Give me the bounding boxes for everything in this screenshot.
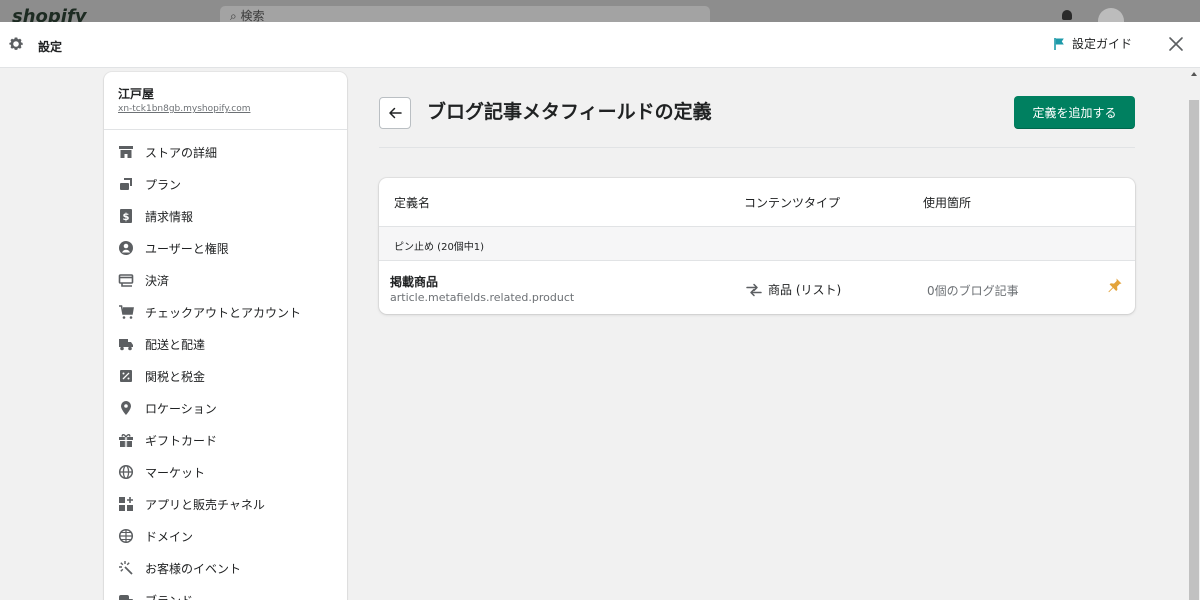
scroll-thumb[interactable] (1189, 100, 1199, 600)
sidebar-item-label: ロケーション (145, 401, 217, 416)
sidebar-item-label: 配送と配達 (145, 337, 206, 352)
add-definition-button[interactable]: 定義を追加する (1014, 96, 1135, 129)
setup-guide-button[interactable]: 設定ガイド (1052, 35, 1132, 52)
globe-icon (118, 464, 134, 480)
definitions-table: 定義名 コンテンツタイプ 使用箇所 ピン止め (20個中1) 掲載商品 arti… (379, 178, 1135, 314)
sidebar-item-gift-cards[interactable]: ギフトカード (104, 424, 347, 456)
table-row[interactable]: 掲載商品 article.metafields.related.product … (379, 261, 1135, 314)
gear-icon (9, 37, 23, 50)
pinned-count-label: ピン止め (20個中1) (394, 242, 485, 253)
sidebar-item-store-details[interactable]: ストアの詳細 (104, 136, 347, 168)
scroll-up-arrow-icon[interactable] (1190, 70, 1198, 78)
svg-text:$: $ (123, 212, 130, 223)
back-button[interactable] (379, 97, 411, 129)
sidebar-item-users[interactable]: ユーザーと権限 (104, 232, 347, 264)
sidebar-item-label: ストアの詳細 (145, 145, 218, 160)
column-header-name: 定義名 (394, 196, 431, 210)
flag-icon (1054, 37, 1064, 50)
store-url-link[interactable]: xn-tck1bn8gb.myshopify.com (118, 102, 333, 116)
close-icon[interactable] (1166, 34, 1186, 54)
sidebar-item-payments[interactable]: 決済 (104, 264, 347, 296)
sidebar-item-taxes[interactable]: 関税と税金 (104, 360, 347, 392)
sidebar-item-locations[interactable]: ロケーション (104, 392, 347, 424)
sidebar-item-shipping[interactable]: 配送と配達 (104, 328, 347, 360)
arrow-left-icon (389, 107, 402, 119)
usage-count: 0個のブログ記事 (927, 284, 1019, 298)
title-divider (379, 147, 1135, 148)
sidebar-nav: ストアの詳細 プラン $ 請求情報 ユーザーと権限 決済 チェックアウトとアカウ… (104, 130, 347, 600)
sidebar-item-billing[interactable]: $ 請求情報 (104, 200, 347, 232)
column-header-usage: 使用箇所 (923, 196, 972, 210)
avatar (1098, 8, 1124, 22)
pin-icon[interactable] (1107, 277, 1123, 293)
store-icon (118, 144, 134, 160)
sidebar-item-markets[interactable]: マーケット (104, 456, 347, 488)
sidebar-item-label: 関税と税金 (145, 369, 206, 384)
definition-name: 掲載商品 (390, 275, 439, 289)
brand-icon (118, 592, 134, 600)
sidebar-item-label: プラン (145, 177, 182, 192)
content-type-label: 商品 (リスト) (768, 283, 842, 297)
sidebar-item-label: アプリと販売チャネル (145, 497, 265, 512)
plan-icon (118, 176, 134, 192)
content-type-cell: 商品 (リスト) (746, 281, 841, 298)
page-title: ブログ記事メタフィールドの定義 (427, 101, 712, 123)
pinned-section-header: ピン止め (20個中1) (379, 227, 1135, 261)
sidebar-item-brand[interactable]: ブランド (104, 584, 347, 600)
events-icon (118, 560, 134, 576)
sidebar-item-plan[interactable]: プラン (104, 168, 347, 200)
column-header-content-type: コンテンツタイプ (744, 196, 841, 210)
sidebar-item-domains[interactable]: ドメイン (104, 520, 347, 552)
domain-icon (118, 528, 134, 544)
settings-title: 設定 (38, 40, 63, 54)
sidebar-item-label: チェックアウトとアカウント (145, 305, 302, 320)
page-scrollbar[interactable] (1188, 68, 1200, 600)
sidebar-item-label: ブランド (145, 592, 193, 600)
sidebar-item-customer-events[interactable]: お客様のイベント (104, 552, 347, 584)
truck-icon (118, 336, 134, 352)
sidebar-item-label: ドメイン (145, 529, 194, 544)
reference-swap-icon (746, 283, 762, 296)
sidebar-item-label: 請求情報 (145, 209, 194, 224)
gift-icon (118, 432, 134, 448)
background-search-placeholder: ⌕ 検索 (230, 9, 265, 22)
sidebar-item-label: ユーザーと権限 (145, 241, 229, 256)
billing-icon: $ (118, 208, 134, 224)
apps-icon (118, 496, 134, 512)
user-icon (118, 240, 134, 256)
settings-header: 設定 設定ガイド (0, 22, 1200, 68)
settings-sidebar: 江戸屋 xn-tck1bn8gb.myshopify.com ストアの詳細 プラ… (104, 72, 347, 600)
setup-guide-label: 設定ガイド (1072, 37, 1133, 51)
definition-key: article.metafields.related.product (390, 291, 575, 304)
sidebar-item-label: ギフトカード (145, 433, 218, 448)
background-search-box (220, 6, 710, 22)
background-topbar: shopify ⌕ 検索 (0, 0, 1200, 22)
store-info: 江戸屋 xn-tck1bn8gb.myshopify.com (104, 72, 347, 130)
cart-icon (118, 304, 134, 320)
sidebar-item-apps[interactable]: アプリと販売チャネル (104, 488, 347, 520)
shopify-logo: shopify (12, 6, 87, 22)
payment-icon (118, 272, 134, 288)
sidebar-item-checkout[interactable]: チェックアウトとアカウント (104, 296, 347, 328)
sidebar-item-label: 決済 (145, 273, 170, 288)
store-name: 江戸屋 (118, 87, 155, 101)
sidebar-item-label: マーケット (145, 465, 206, 480)
bell-icon (1062, 10, 1072, 20)
tax-icon (118, 368, 134, 384)
location-icon (118, 400, 134, 416)
sidebar-item-label: お客様のイベント (145, 561, 242, 576)
table-header: 定義名 コンテンツタイプ 使用箇所 (379, 178, 1135, 227)
